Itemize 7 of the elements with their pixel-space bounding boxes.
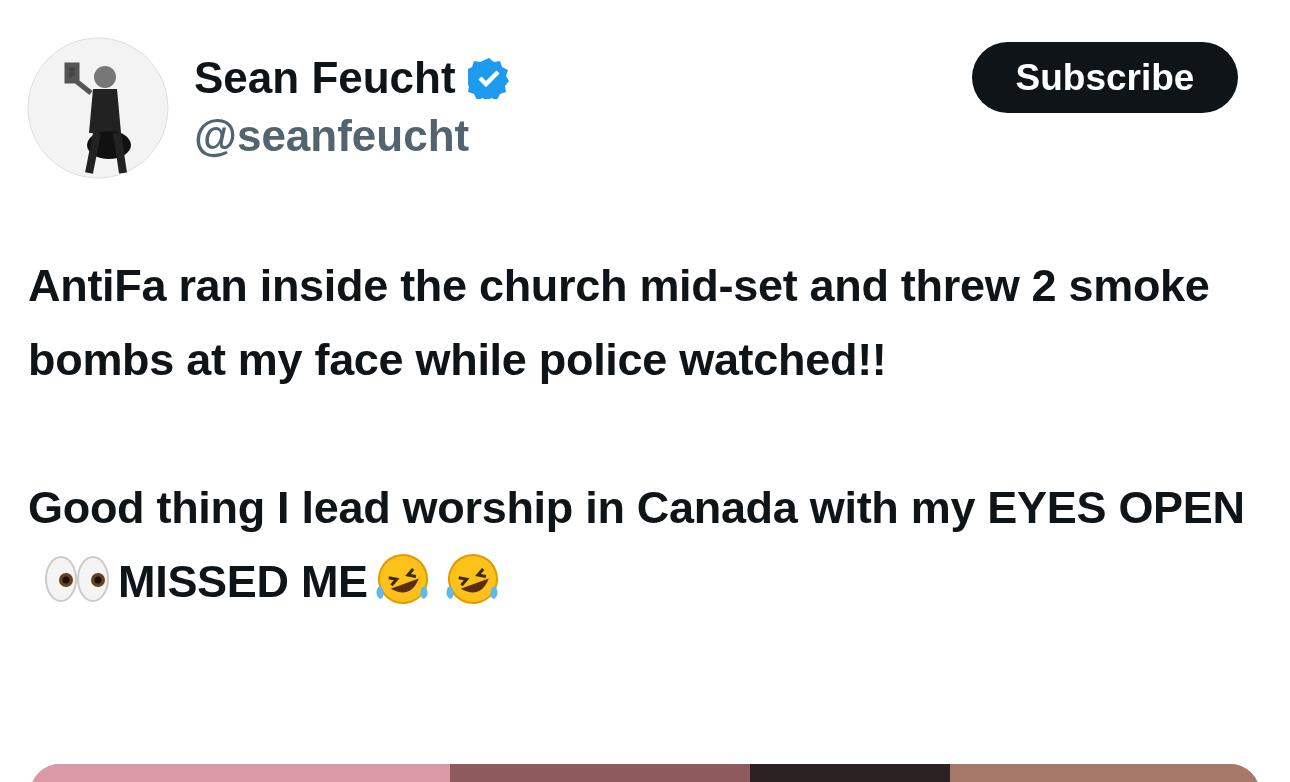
post-text: MISSED ME — [118, 556, 368, 607]
post-text: AntiFa ran inside the church mid-set and threw 2 smoke bombs at my face while police watched!! — [28, 260, 1210, 385]
subscribe-button[interactable]: Subscribe — [972, 42, 1238, 113]
author-name[interactable]: Sean Feucht — [194, 49, 456, 107]
author-handle[interactable]: @seanfeucht — [194, 107, 972, 165]
post-text: Good thing I lead worship in Canada with my EYES OPEN — [28, 482, 1245, 533]
eyes-icon — [44, 553, 110, 605]
